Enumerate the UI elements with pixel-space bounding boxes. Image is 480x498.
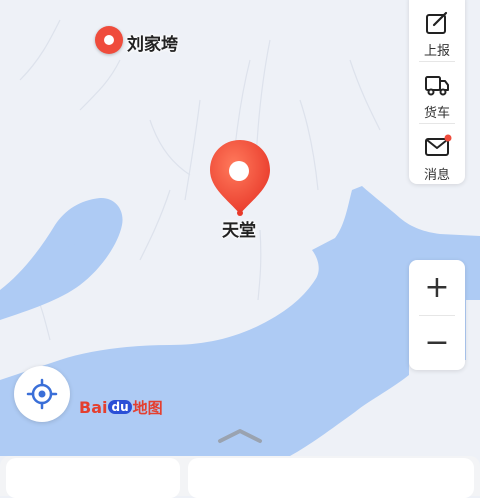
village-marker-icon[interactable] <box>95 26 123 54</box>
logo-text-ditu: 地图 <box>132 398 163 417</box>
map-tools-panel: 上报 货车 消息 <box>409 0 465 184</box>
report-button[interactable]: 上报 <box>409 0 465 62</box>
logo-text-du: du <box>108 400 132 414</box>
bottom-card-left[interactable] <box>6 458 180 498</box>
logo-text-bai: Bai <box>79 397 108 417</box>
truck-icon <box>424 72 450 98</box>
truck-button[interactable]: 货车 <box>409 62 465 124</box>
expand-handle-icon[interactable] <box>214 427 266 445</box>
selected-location-label[interactable]: 天堂 <box>222 216 256 241</box>
village-label[interactable]: 刘家垮 <box>127 30 178 55</box>
edit-report-icon <box>424 10 450 36</box>
zoom-in-button[interactable]: + <box>409 260 465 315</box>
zoom-controls: + − <box>409 260 465 370</box>
mail-icon <box>424 134 452 160</box>
message-label: 消息 <box>423 168 450 183</box>
crosshair-icon <box>26 378 58 410</box>
notification-badge <box>444 134 452 142</box>
zoom-out-button[interactable]: − <box>409 315 465 370</box>
locate-me-button[interactable] <box>14 366 70 422</box>
selected-location-pin-icon[interactable] <box>208 138 272 218</box>
bottom-card-right[interactable] <box>188 458 474 498</box>
report-label: 上报 <box>423 44 450 59</box>
message-button[interactable]: 消息 <box>409 124 465 186</box>
baidu-map-logo: Bai du 地图 <box>79 395 163 419</box>
truck-label: 货车 <box>423 106 450 121</box>
